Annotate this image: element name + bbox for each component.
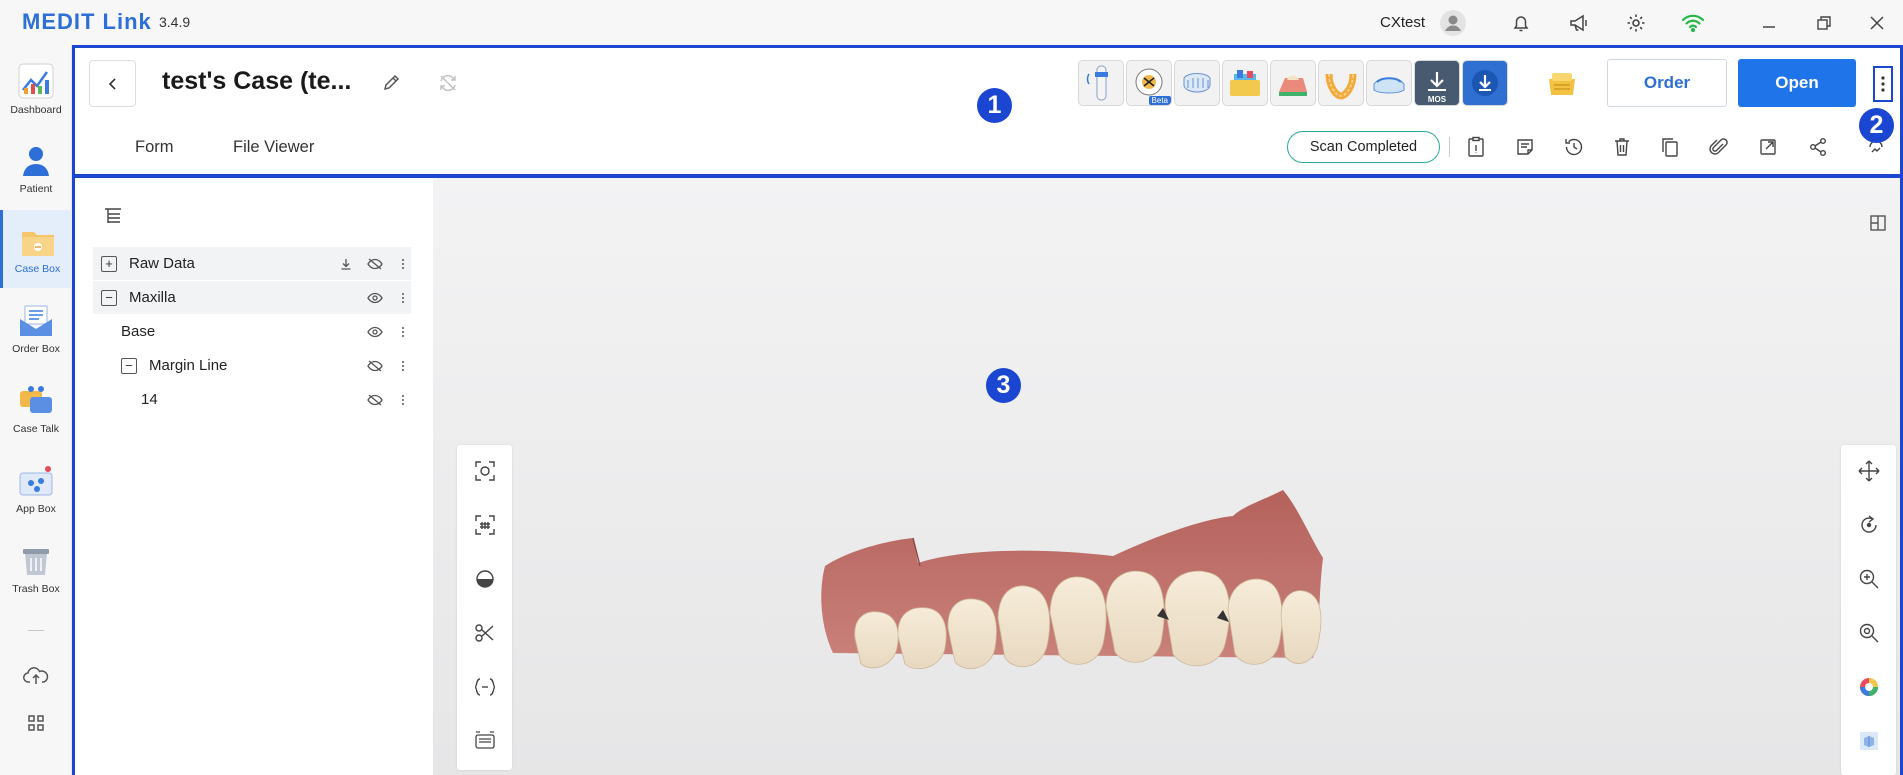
sidebar-item-order-box[interactable]: Order Box <box>0 290 72 368</box>
brand-logo: MEDIT Link <box>22 9 152 34</box>
sidebar-item-label: Patient <box>19 183 53 195</box>
sidebar-item-app-box[interactable]: App Box <box>0 450 72 528</box>
callout-badge-1: 1 <box>977 88 1012 123</box>
callout-badge-3: 3 <box>986 368 1021 403</box>
user-avatar-icon[interactable] <box>1439 9 1467 37</box>
cloud-upload-icon <box>23 667 49 684</box>
username: CXtest <box>1380 14 1426 31</box>
gear-icon[interactable] <box>1622 9 1650 37</box>
sidebar-item-label: Trash Box <box>12 583 60 595</box>
sidebar-divider <box>28 630 44 631</box>
grid-apps-button[interactable] <box>0 700 72 745</box>
bell-icon[interactable] <box>1507 9 1535 37</box>
sidebar-item-label: Dashboard <box>10 104 62 116</box>
trash-box-icon <box>23 549 49 575</box>
cloud-upload-button[interactable] <box>0 650 72 700</box>
wifi-icon <box>1679 9 1707 37</box>
close-icon[interactable] <box>1863 9 1891 37</box>
order-box-icon <box>20 305 52 336</box>
case-talk-icon <box>20 386 52 413</box>
sidebar-item-case-box[interactable]: Case Box <box>0 210 72 288</box>
app-version: 3.4.9 <box>159 14 191 30</box>
restore-icon[interactable] <box>1810 9 1838 37</box>
grid-apps-icon <box>28 714 44 731</box>
dashboard-chart-icon <box>18 63 54 99</box>
minimize-icon[interactable] <box>1755 9 1783 37</box>
megaphone-icon[interactable] <box>1565 9 1593 37</box>
section-3-highlight <box>72 175 1903 775</box>
sidebar-item-dashboard[interactable]: Dashboard <box>0 50 72 128</box>
sidebar-item-label: Case Box <box>14 263 61 275</box>
app-box-icon <box>19 466 53 496</box>
callout-badge-2: 2 <box>1859 108 1894 143</box>
sidebar: Dashboard Patient Case Box Order Box Cas… <box>0 45 72 775</box>
sidebar-item-case-talk[interactable]: Case Talk <box>0 370 72 448</box>
patient-icon <box>23 147 49 176</box>
sidebar-item-patient[interactable]: Patient <box>0 130 72 208</box>
title-bar: MEDIT Link 3.4.9 CXtest <box>0 0 1903 45</box>
sidebar-item-trash-box[interactable]: Trash Box <box>0 530 72 608</box>
sidebar-item-label: App Box <box>16 503 56 515</box>
sidebar-item-label: Case Talk <box>13 423 59 435</box>
case-box-icon <box>21 232 54 256</box>
sidebar-item-label: Order Box <box>12 343 60 355</box>
